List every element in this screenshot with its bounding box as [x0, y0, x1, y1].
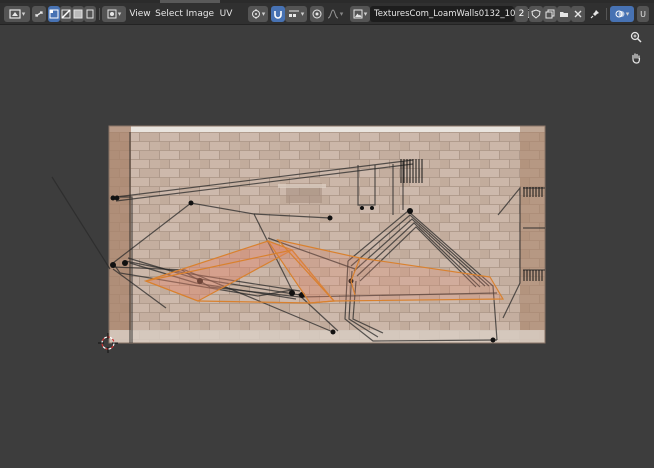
image-browse-button[interactable]: ▾: [350, 6, 370, 22]
separator: [99, 8, 100, 20]
face-select-icon: [73, 9, 83, 19]
pan-button[interactable]: [627, 49, 645, 67]
image-browse-icon: [353, 9, 363, 19]
fake-user-button[interactable]: [529, 6, 543, 22]
chevron-down-icon: ▾: [300, 10, 305, 18]
snap-target-icon: [288, 10, 299, 17]
close-icon: [574, 10, 582, 18]
separator: [606, 8, 607, 20]
chevron-down-icon: ▾: [339, 10, 344, 18]
image-name-field[interactable]: TexturesCom_LoamWalls0132_10_S.jpg: [370, 6, 541, 22]
pin-icon: [590, 10, 599, 19]
pivot-point-dropdown[interactable]: ▾: [248, 6, 268, 22]
header-overflow-button[interactable]: U: [637, 6, 649, 22]
uv-editor-viewport[interactable]: [0, 25, 654, 468]
menu-image[interactable]: Image: [186, 6, 214, 22]
falloff-curve-icon: [327, 9, 338, 19]
edge-select-icon: [61, 9, 71, 19]
zoom-button[interactable]: [627, 28, 645, 46]
edge-select-button[interactable]: [60, 6, 72, 22]
chevron-down-icon: ▾: [117, 10, 122, 18]
overlay-icon: [615, 10, 625, 18]
vertex-select-icon: [49, 9, 59, 19]
menu-select[interactable]: Select: [155, 6, 183, 22]
sticky-select-dropdown[interactable]: ▾: [102, 6, 126, 22]
snap-toggle[interactable]: [271, 6, 285, 22]
uv-sync-toggle[interactable]: [32, 6, 46, 22]
open-image-button[interactable]: [557, 6, 571, 22]
hand-pan-icon: [632, 53, 641, 64]
pivot-point-icon: [251, 9, 260, 19]
uv-editor-icon: [9, 9, 21, 19]
new-image-icon: [545, 9, 555, 19]
fake-user-shield-icon: [531, 9, 541, 19]
new-image-button[interactable]: [543, 6, 557, 22]
face-select-button[interactable]: [72, 6, 84, 22]
vertex-select-button[interactable]: [48, 6, 60, 22]
island-select-icon: [86, 9, 94, 19]
uv-sync-icon: [35, 11, 43, 17]
falloff-dropdown[interactable]: ▾: [324, 6, 346, 22]
editor-type-button[interactable]: ▾: [4, 6, 30, 22]
menu-view[interactable]: View: [128, 6, 152, 22]
chevron-down-icon: ▾: [21, 10, 26, 18]
chevron-down-icon: ▾: [363, 10, 368, 18]
users-count[interactable]: 2: [515, 6, 528, 22]
snap-target-dropdown[interactable]: ▾: [285, 6, 307, 22]
chevron-down-icon: ▾: [625, 10, 630, 18]
unlink-image-button[interactable]: [571, 6, 585, 22]
uv-canvas[interactable]: [0, 25, 654, 468]
overlay-dropdown[interactable]: ▾: [610, 6, 634, 22]
open-folder-icon: [560, 12, 568, 17]
chevron-down-icon: ▾: [261, 10, 266, 18]
sticky-select-icon: [107, 9, 117, 19]
texture-image: [108, 125, 546, 344]
snap-icon: [274, 11, 282, 19]
proportional-edit-icon: [312, 9, 322, 19]
menu-uv[interactable]: UV: [217, 6, 235, 22]
zoom-icon: [630, 31, 642, 43]
proportional-edit-toggle[interactable]: [310, 6, 324, 22]
uv-editor-header: ▾ ▾ View Select Image UV ▾ ▾ ▾ ▾ Texture…: [0, 3, 654, 25]
island-select-button[interactable]: [84, 6, 96, 22]
pin-button[interactable]: [588, 6, 602, 22]
